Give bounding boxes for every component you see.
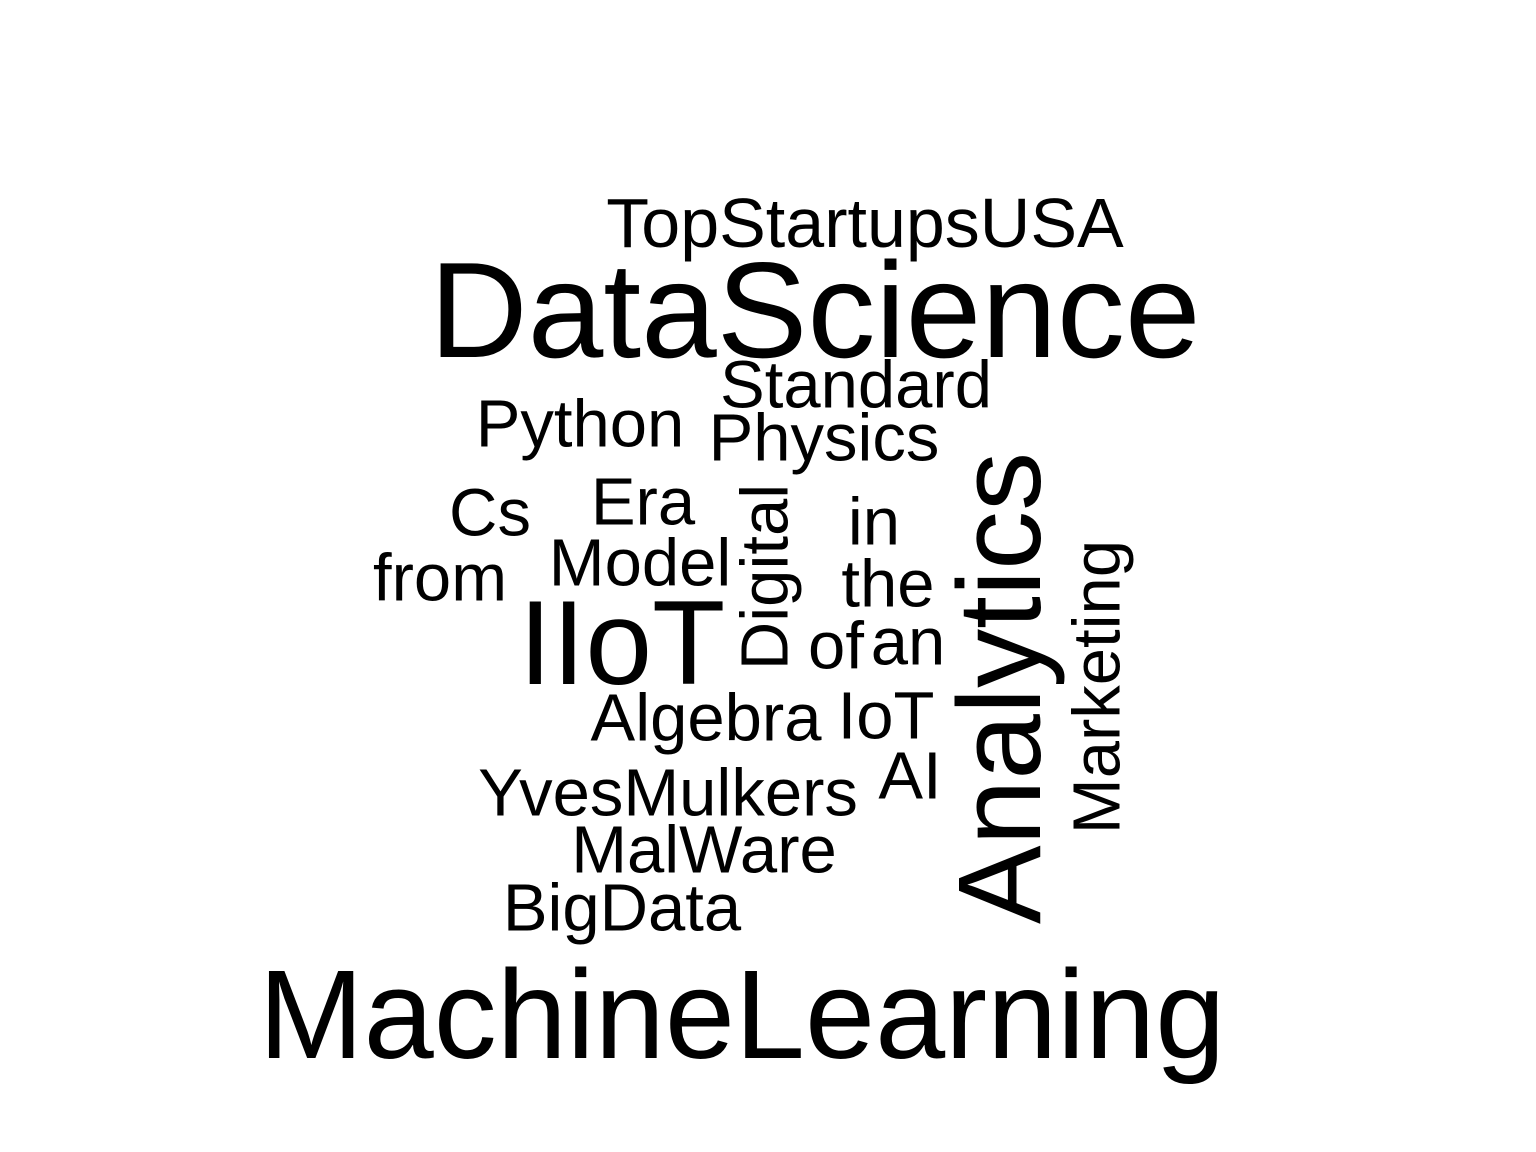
word-algebra: Algebra bbox=[590, 680, 822, 756]
word-an: an bbox=[870, 604, 946, 680]
word-of: of bbox=[808, 608, 864, 684]
word-ai: AI bbox=[878, 738, 942, 814]
word-marketing: Marketing bbox=[1059, 539, 1135, 835]
word-cloud: TopStartupsUSA DataScience Standard Pyth… bbox=[0, 0, 1536, 1152]
word-analytics: Analytics bbox=[934, 451, 1066, 925]
word-cs: Cs bbox=[449, 475, 531, 551]
word-machine-learning: MachineLearning bbox=[258, 944, 1226, 1085]
word-from: from bbox=[373, 540, 507, 616]
word-python: Python bbox=[475, 386, 685, 462]
word-digital: Digital bbox=[727, 483, 803, 671]
word-in: in bbox=[847, 484, 901, 560]
word-physics: Physics bbox=[708, 400, 940, 476]
word-big-data: BigData bbox=[502, 870, 742, 946]
